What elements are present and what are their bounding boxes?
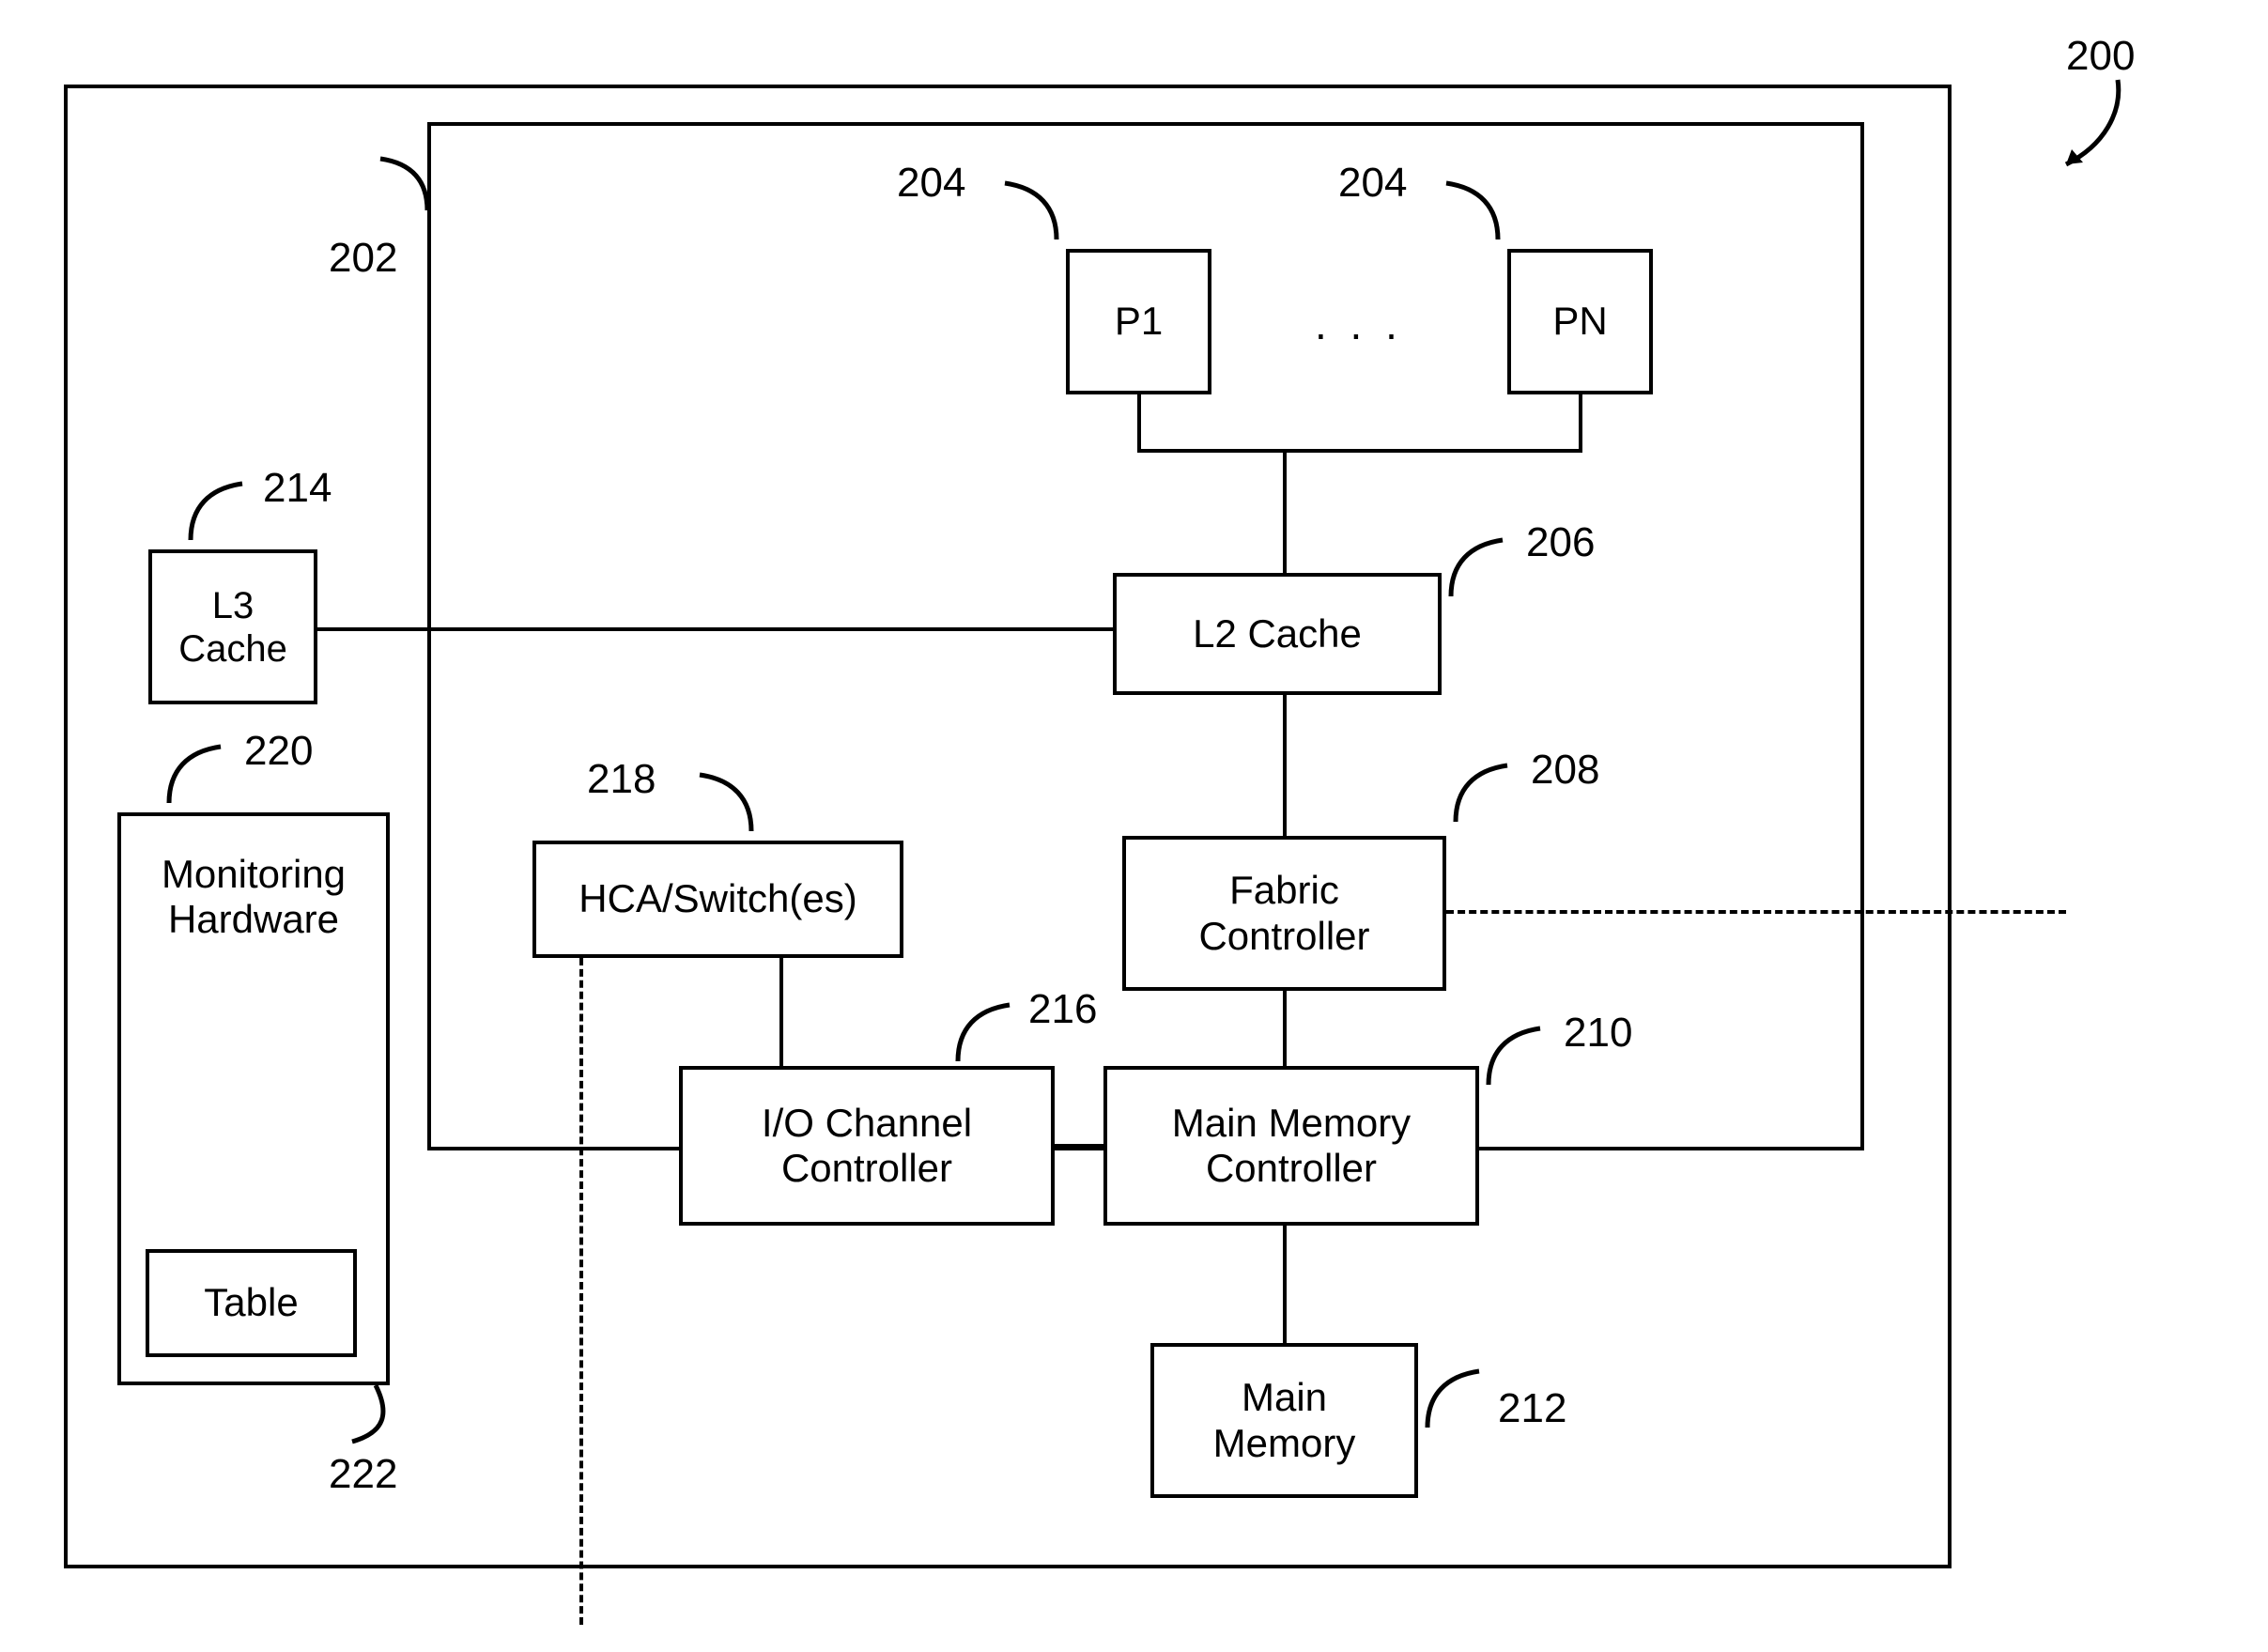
p1-box: P1: [1066, 249, 1211, 394]
callout-hook-icon: [995, 178, 1061, 244]
pn-text: PN: [1552, 299, 1607, 344]
connector-line: [1283, 695, 1287, 836]
l3-cache-box: L3 Cache: [148, 549, 317, 704]
callout-hook-icon: [1451, 761, 1517, 826]
ref-200-arrow-icon: [2033, 75, 2146, 188]
fabric-controller-box: Fabric Controller: [1122, 836, 1446, 991]
dashed-connector: [579, 958, 583, 1625]
ref-204-pn-label: 204: [1338, 160, 1407, 207]
mmc-text: Main Memory Controller: [1172, 1101, 1411, 1192]
ref-208-label: 208: [1531, 747, 1599, 794]
callout-hook-icon: [371, 154, 437, 220]
ref-214-label: 214: [263, 465, 332, 512]
callout-hook-icon: [1484, 1024, 1550, 1089]
ref-210-label: 210: [1564, 1010, 1632, 1057]
diagram-canvas: 200 202 P1 204 . . . PN 204 L2 Cache 206: [0, 0, 2268, 1652]
l2-cache-text: L2 Cache: [1193, 611, 1362, 656]
connector-line: [1137, 449, 1582, 453]
fabric-controller-text: Fabric Controller: [1198, 868, 1369, 959]
proc-ellipsis: . . .: [1315, 299, 1403, 349]
table-text: Table: [204, 1280, 298, 1325]
connector-line: [1283, 1226, 1287, 1343]
callout-hook-icon: [164, 742, 230, 808]
ref-206-label: 206: [1526, 519, 1595, 566]
connector-line: [317, 627, 1113, 631]
connector-line: [779, 958, 783, 1066]
ref-218-label: 218: [587, 756, 656, 803]
hca-switch-box: HCA/Switch(es): [532, 841, 903, 958]
callout-hook-icon: [343, 1381, 409, 1446]
callout-hook-icon: [186, 479, 252, 545]
io-controller-text: I/O Channel Controller: [762, 1101, 972, 1192]
connector-line: [1283, 451, 1287, 573]
ref-200-label: 200: [2066, 33, 2135, 80]
table-box: Table: [146, 1249, 357, 1357]
mmc-box: Main Memory Controller: [1103, 1066, 1479, 1226]
dashed-connector: [1446, 910, 2066, 914]
p1-text: P1: [1115, 299, 1163, 344]
io-controller-box: I/O Channel Controller: [679, 1066, 1055, 1226]
callout-hook-icon: [1437, 178, 1503, 244]
ref-202-label: 202: [329, 235, 397, 282]
connector-line: [1055, 1144, 1103, 1148]
monitoring-hardware-text: Monitoring Hardware: [162, 852, 346, 943]
hca-switch-text: HCA/Switch(es): [579, 876, 856, 921]
ref-212-label: 212: [1498, 1385, 1566, 1432]
connector-line: [1579, 394, 1582, 451]
ref-204-p1-label: 204: [897, 160, 965, 207]
connector-line: [1283, 991, 1287, 1066]
l3-cache-text: L3 Cache: [178, 584, 287, 671]
connector-line: [1137, 394, 1141, 451]
callout-hook-icon: [953, 1000, 1019, 1066]
main-memory-box: Main Memory: [1150, 1343, 1418, 1498]
callout-hook-icon: [1446, 535, 1512, 601]
ref-216-label: 216: [1028, 986, 1097, 1033]
callout-hook-icon: [1423, 1366, 1489, 1432]
l2-cache-box: L2 Cache: [1113, 573, 1442, 695]
pn-box: PN: [1507, 249, 1653, 394]
callout-hook-icon: [690, 770, 756, 836]
ref-220-label: 220: [244, 728, 313, 775]
ref-222-label: 222: [329, 1451, 397, 1498]
main-memory-text: Main Memory: [1213, 1375, 1356, 1466]
